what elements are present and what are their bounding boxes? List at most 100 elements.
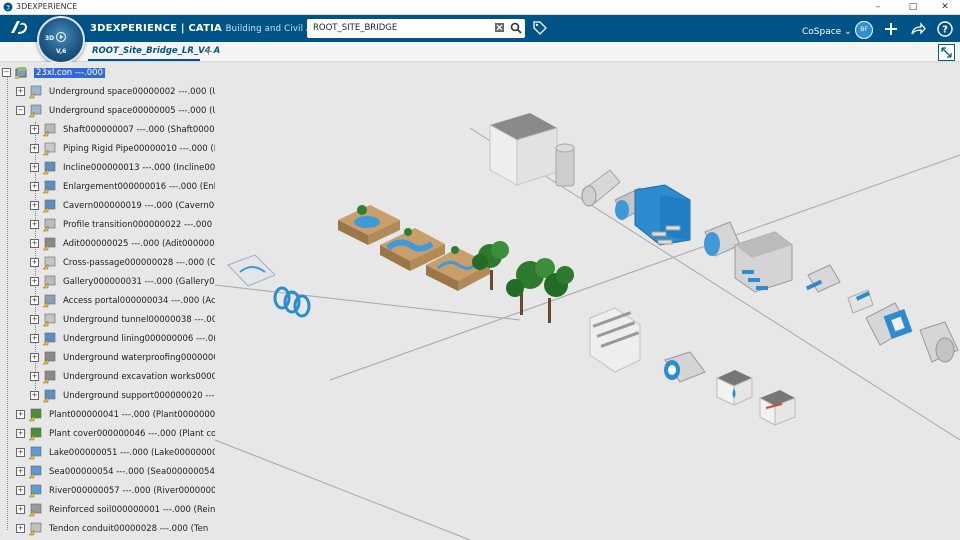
tree-row[interactable]: + Profile transition000000022 ---.000 ( bbox=[0, 216, 215, 234]
search-input[interactable]: ROOT_SITE_BRIDGE bbox=[313, 23, 397, 33]
tree-row[interactable]: + Access portal000000034 ---.000 (Acc bbox=[0, 292, 215, 310]
tree-root-label[interactable]: 23xl.con ---.000 bbox=[34, 68, 105, 78]
svg-text:3: 3 bbox=[6, 5, 10, 12]
expand-toggle[interactable]: + bbox=[30, 163, 39, 172]
tree-node-icon bbox=[42, 218, 56, 232]
tree-row-label: Cavern000000019 ---.000 (Cavern00 bbox=[63, 201, 215, 211]
trees-group[interactable] bbox=[472, 241, 574, 323]
share-icon[interactable] bbox=[910, 21, 926, 37]
tree-row[interactable]: + Underground support000000020 --- bbox=[0, 387, 215, 405]
tag-icon[interactable] bbox=[532, 20, 548, 36]
expand-toggle[interactable]: + bbox=[16, 448, 25, 457]
tree-root-row[interactable]: − 23xl.con ---.000 bbox=[0, 64, 215, 82]
tree-row[interactable]: + Sea000000054 ---.000 (Sea000000054. bbox=[0, 463, 215, 481]
tree-row[interactable]: + Underground waterproofing0000000 bbox=[0, 349, 215, 367]
tunnel-segment-model[interactable] bbox=[664, 351, 706, 383]
tree-row[interactable]: + Underground space00000002 ---.000 (U bbox=[0, 83, 215, 101]
coil-models[interactable] bbox=[227, 254, 311, 318]
expand-toggle[interactable]: + bbox=[30, 296, 39, 305]
expand-toggle[interactable]: + bbox=[16, 410, 25, 419]
expand-toggle[interactable]: + bbox=[30, 125, 39, 134]
expand-toggle[interactable]: + bbox=[30, 391, 39, 400]
expand-toggle[interactable]: + bbox=[16, 87, 25, 96]
tab-root-site-bridge[interactable]: ROOT_Site_Bridge_LR_V4 A bbox=[88, 42, 220, 61]
tree-row[interactable]: + Underground lining000000006 ---.0( bbox=[0, 330, 215, 348]
specification-tree[interactable]: − 23xl.con ---.000 + Underground space000… bbox=[0, 62, 215, 540]
tree-row[interactable]: + Underground tunnel00000038 ---.00 bbox=[0, 311, 215, 329]
expand-toggle[interactable]: + bbox=[30, 201, 39, 210]
avatar[interactable]: BF bbox=[855, 21, 873, 39]
right-pipes-group[interactable] bbox=[805, 264, 959, 363]
search-icon[interactable] bbox=[510, 22, 522, 34]
cross-passage-model[interactable] bbox=[589, 307, 641, 373]
expand-toggle[interactable]: + bbox=[16, 429, 25, 438]
add-icon[interactable] bbox=[883, 21, 899, 37]
play-icon[interactable] bbox=[56, 32, 66, 42]
tree-row[interactable]: + Cavern000000019 ---.000 (Cavern00 bbox=[0, 197, 215, 215]
shaft-model[interactable] bbox=[555, 143, 575, 187]
expand-toggle[interactable]: + bbox=[30, 220, 39, 229]
tree-row-label: Enlargement000000016 ---.000 (Enla bbox=[63, 182, 215, 192]
tree-row[interactable]: + River000000057 ---.000 (River0000000 bbox=[0, 482, 215, 500]
expand-toggle[interactable]: + bbox=[30, 353, 39, 362]
expand-toggle[interactable]: + bbox=[30, 277, 39, 286]
expand-toggle[interactable]: + bbox=[16, 505, 25, 514]
cospace-selector[interactable]: CoSpace ⌄ bbox=[802, 27, 852, 37]
tree-node-icon bbox=[28, 446, 42, 460]
tree-row[interactable]: + Incline000000013 ---.000 (Incline000 bbox=[0, 159, 215, 177]
help-icon[interactable]: ? bbox=[937, 21, 953, 37]
tree-row-label: River000000057 ---.000 (River0000000 bbox=[49, 486, 215, 496]
expand-toggle[interactable]: + bbox=[16, 486, 25, 495]
tree-node-icon bbox=[28, 522, 42, 536]
add-tab-button[interactable]: + bbox=[204, 45, 213, 58]
expand-toggle[interactable]: + bbox=[30, 144, 39, 153]
expand-toggle[interactable]: + bbox=[16, 467, 25, 476]
svg-text:?: ? bbox=[942, 25, 948, 36]
expand-toggle[interactable]: + bbox=[30, 334, 39, 343]
tree-row-label: Underground support000000020 --- bbox=[63, 391, 215, 401]
collapse-toggle[interactable]: − bbox=[2, 68, 11, 77]
tree-row[interactable]: + Adit000000025 ---.000 (Adit000000 bbox=[0, 235, 215, 253]
excavation-model[interactable] bbox=[759, 390, 796, 426]
expand-toggle[interactable]: + bbox=[30, 315, 39, 324]
tree-row-label: Cross-passage000000028 ---.000 (C bbox=[63, 258, 215, 268]
tree-row[interactable]: + Plant000000041 ---.000 (Plant0000000 bbox=[0, 406, 215, 424]
dassault-logo-icon[interactable] bbox=[8, 18, 30, 38]
expand-toggle[interactable]: + bbox=[30, 239, 39, 248]
tree-row[interactable]: + Underground excavation works0000 bbox=[0, 368, 215, 386]
tree-row-label: Profile transition000000022 ---.000 ( bbox=[63, 220, 215, 230]
tree-row-label: Piping Rigid Pipe00000010 ---.000 (P bbox=[63, 144, 215, 154]
tree-row[interactable]: + Reinforced soil000000001 ---.000 (Reinf bbox=[0, 501, 215, 519]
tree-row[interactable]: + Lake000000051 ---.000 (Lake000000005 bbox=[0, 444, 215, 462]
collapse-toggle[interactable]: − bbox=[16, 106, 25, 115]
minimize-button[interactable]: – bbox=[868, 1, 888, 13]
tree-row[interactable]: + Tendon conduit00000028 ---.000 (Ten bbox=[0, 520, 215, 538]
search-box[interactable]: ROOT_SITE_BRIDGE bbox=[307, 19, 525, 38]
tree-row[interactable]: + Cross-passage000000028 ---.000 (C bbox=[0, 254, 215, 272]
expand-toggle[interactable]: + bbox=[16, 524, 25, 533]
tree-row[interactable]: + Enlargement000000016 ---.000 (Enla bbox=[0, 178, 215, 196]
tree-node-icon bbox=[42, 142, 56, 156]
tree-row[interactable]: − Underground space00000005 ---.000 (U bbox=[0, 102, 215, 120]
close-window-button[interactable]: ✕ bbox=[935, 1, 955, 13]
tree-row-label: Tendon conduit00000028 ---.000 (Ten bbox=[49, 524, 209, 534]
tree-node-icon bbox=[42, 332, 56, 346]
terrain-tiles[interactable] bbox=[338, 205, 490, 291]
tree-row[interactable]: + Shaft000000007 ---.000 (Shaft00000 bbox=[0, 121, 215, 139]
waterproofing-model[interactable] bbox=[716, 370, 753, 406]
tree-row[interactable]: + Piping Rigid Pipe00000010 ---.000 (P bbox=[0, 140, 215, 158]
tunnel-assembly[interactable] bbox=[614, 184, 793, 293]
compass-widget[interactable]: 3D V,6 bbox=[37, 16, 85, 64]
tree-row[interactable]: + Gallery000000031 ---.000 (Gallery00 bbox=[0, 273, 215, 291]
expand-toggle[interactable]: + bbox=[30, 258, 39, 267]
pipe-model[interactable] bbox=[581, 169, 621, 207]
expand-toggle[interactable]: + bbox=[30, 182, 39, 191]
expand-toggle[interactable]: + bbox=[30, 372, 39, 381]
fullscreen-button[interactable] bbox=[938, 44, 955, 61]
clear-search-icon[interactable] bbox=[495, 23, 504, 32]
tree-row[interactable]: + Plant cover000000046 ---.000 (Plant cov bbox=[0, 425, 215, 443]
building-volume[interactable] bbox=[489, 113, 558, 186]
tree-row-label: Underground space00000005 ---.000 (U bbox=[49, 106, 215, 116]
tree-node-icon bbox=[42, 351, 56, 365]
maximize-button[interactable]: □ bbox=[903, 1, 923, 13]
